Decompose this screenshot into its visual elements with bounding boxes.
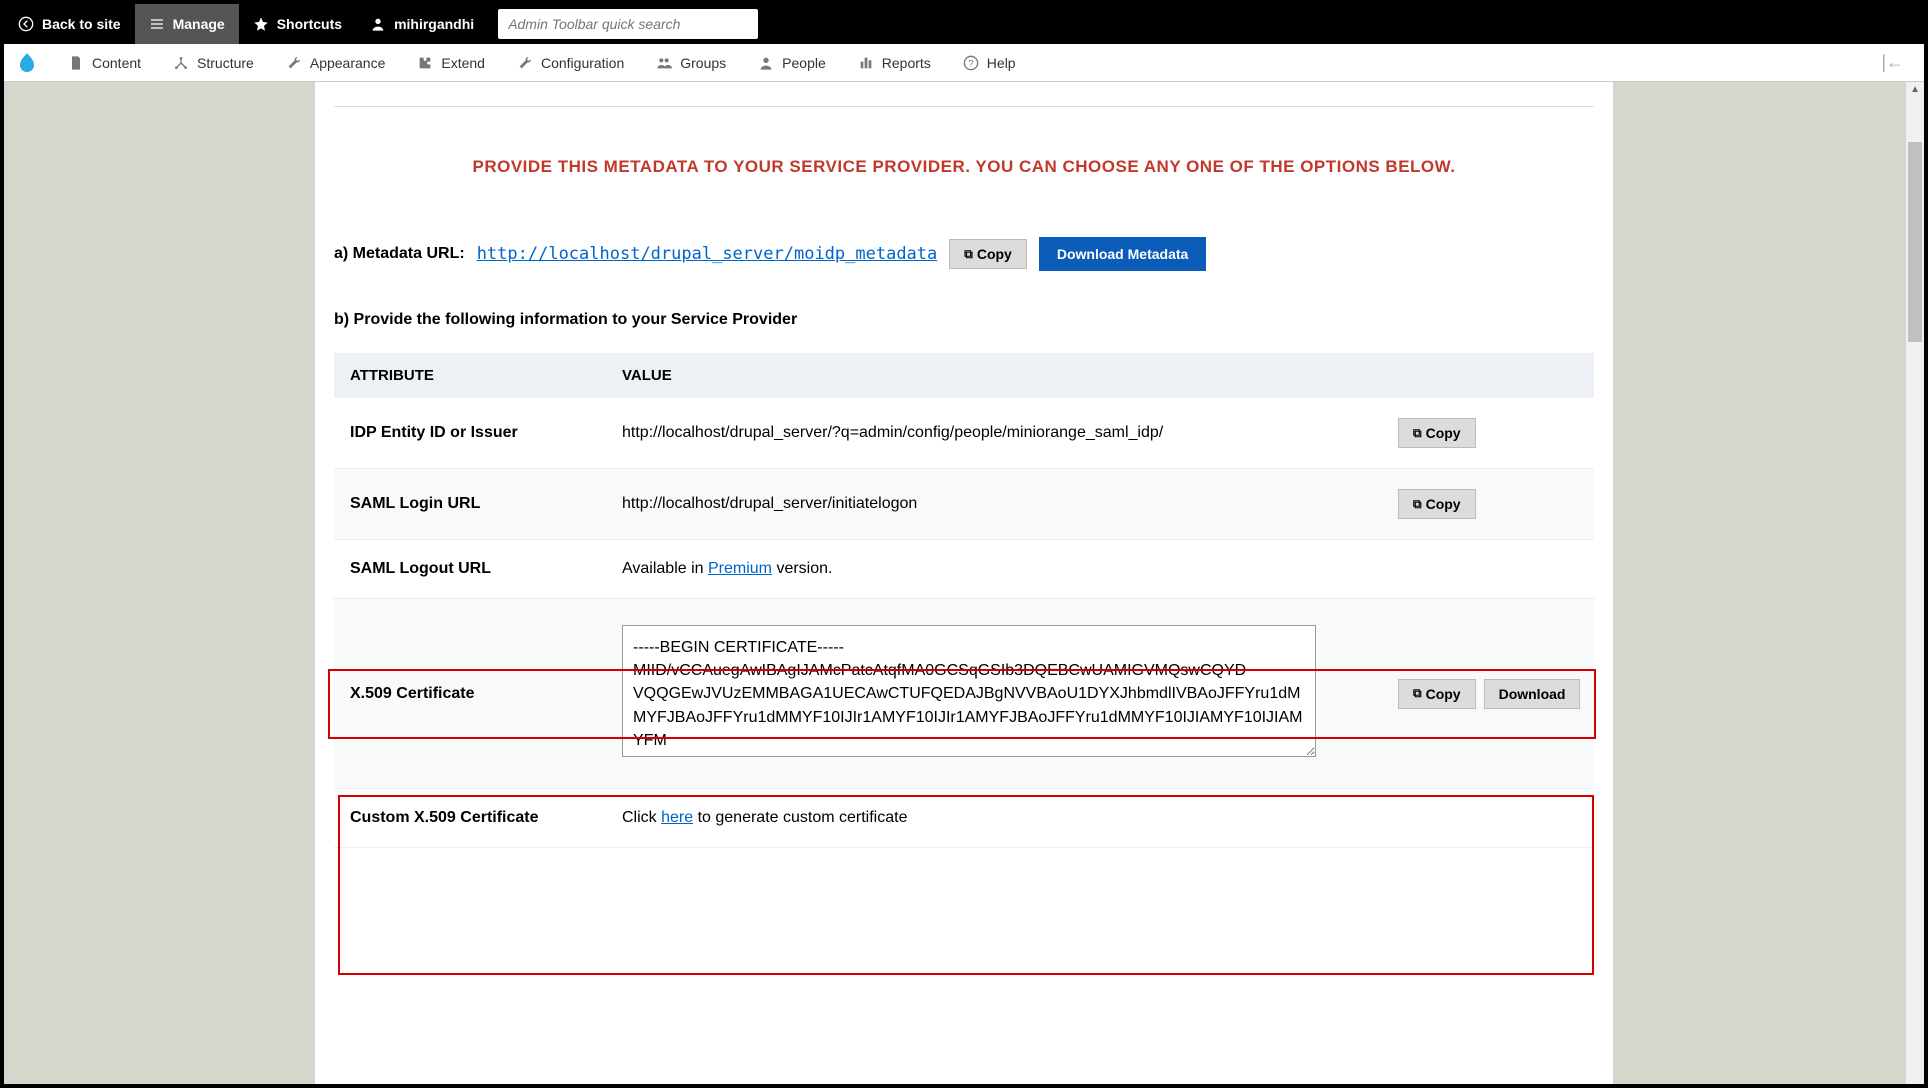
wrench2-icon bbox=[517, 55, 533, 71]
x509-cert-value-wrap bbox=[622, 625, 1398, 762]
admin-content-link[interactable]: Content bbox=[52, 44, 157, 82]
idp-entity-label: IDP Entity ID or Issuer bbox=[350, 424, 622, 442]
admin-structure-label: Structure bbox=[197, 55, 254, 71]
custom-cert-label: Custom X.509 Certificate bbox=[350, 809, 622, 827]
wrench-icon bbox=[286, 55, 302, 71]
page-container: PROVIDE THIS METADATA TO YOUR SERVICE PR… bbox=[315, 82, 1613, 1084]
logout-prefix: Available in bbox=[622, 560, 708, 577]
page-background: ▲ PROVIDE THIS METADATA TO YOUR SERVICE … bbox=[4, 82, 1924, 1084]
th-attribute: ATTRIBUTE bbox=[350, 367, 622, 384]
copy-cert-label: Copy bbox=[1426, 686, 1461, 702]
sp-info-table: ATTRIBUTE VALUE IDP Entity ID or Issuer … bbox=[334, 353, 1594, 848]
row-saml-login: SAML Login URL http://localhost/drupal_s… bbox=[334, 469, 1594, 540]
bar-chart-icon bbox=[858, 55, 874, 71]
scrollbar-thumb[interactable] bbox=[1908, 142, 1922, 342]
saml-logout-label: SAML Logout URL bbox=[350, 560, 622, 578]
admin-people-link[interactable]: People bbox=[742, 44, 842, 82]
star-icon bbox=[253, 16, 269, 32]
copy-icon: ⧉ bbox=[1413, 426, 1422, 441]
saml-login-label: SAML Login URL bbox=[350, 495, 622, 513]
copy-saml-login-button[interactable]: ⧉ Copy bbox=[1398, 489, 1476, 519]
groups-icon bbox=[656, 55, 672, 71]
file-icon bbox=[68, 55, 84, 71]
admin-appearance-link[interactable]: Appearance bbox=[270, 44, 402, 82]
back-to-site-link[interactable]: Back to site bbox=[4, 4, 135, 44]
sp-info-title: b) Provide the following information to … bbox=[334, 311, 1594, 329]
premium-link[interactable]: Premium bbox=[708, 560, 772, 577]
admin-configuration-label: Configuration bbox=[541, 55, 624, 71]
saml-login-value: http://localhost/drupal_server/initiatel… bbox=[622, 495, 1398, 513]
admin-secondary-bar: Content Structure Appearance Extend Conf… bbox=[4, 44, 1924, 82]
x509-cert-label: X.509 Certificate bbox=[350, 685, 622, 703]
toolbar-search-wrap bbox=[498, 9, 758, 39]
toolbar-search-input[interactable] bbox=[498, 9, 758, 39]
top-toolbar: Back to site Manage Shortcuts mihirgandh… bbox=[4, 4, 1924, 44]
puzzle-icon bbox=[417, 55, 433, 71]
metadata-url-row: a) Metadata URL: http://localhost/drupal… bbox=[334, 237, 1594, 271]
custom-suffix: to generate custom certificate bbox=[693, 809, 907, 826]
x509-cert-textarea[interactable] bbox=[622, 625, 1316, 757]
admin-groups-label: Groups bbox=[680, 55, 726, 71]
custom-prefix: Click bbox=[622, 809, 661, 826]
back-to-site-label: Back to site bbox=[42, 16, 121, 32]
idp-entity-value: http://localhost/drupal_server/?q=admin/… bbox=[622, 424, 1398, 442]
scrollbar[interactable]: ▲ bbox=[1906, 82, 1924, 1084]
row-x509-cert: X.509 Certificate ⧉ Copy Download bbox=[334, 599, 1594, 789]
metadata-content: a) Metadata URL: http://localhost/drupal… bbox=[334, 237, 1594, 848]
download-cert-button[interactable]: Download bbox=[1484, 679, 1581, 709]
admin-content-label: Content bbox=[92, 55, 141, 71]
download-metadata-button[interactable]: Download Metadata bbox=[1039, 237, 1206, 271]
row-saml-logout: SAML Logout URL Available in Premium ver… bbox=[334, 540, 1594, 599]
saml-logout-value: Available in Premium version. bbox=[622, 560, 1398, 578]
logout-suffix: version. bbox=[772, 560, 832, 577]
svg-text:?: ? bbox=[968, 58, 973, 68]
admin-help-link[interactable]: ? Help bbox=[947, 44, 1032, 82]
divider bbox=[334, 106, 1594, 107]
th-value: VALUE bbox=[622, 367, 1578, 384]
admin-extend-link[interactable]: Extend bbox=[401, 44, 501, 82]
admin-reports-label: Reports bbox=[882, 55, 931, 71]
manage-label: Manage bbox=[173, 16, 225, 32]
copy-metadata-url-button[interactable]: ⧉ Copy bbox=[949, 239, 1027, 269]
admin-configuration-link[interactable]: Configuration bbox=[501, 44, 640, 82]
drupal-logo-icon[interactable] bbox=[12, 48, 42, 78]
copy-cert-button[interactable]: ⧉ Copy bbox=[1398, 679, 1476, 709]
row-idp-entity: IDP Entity ID or Issuer http://localhost… bbox=[334, 398, 1594, 469]
metadata-url-label: a) Metadata URL: bbox=[334, 245, 465, 263]
user-icon bbox=[370, 16, 386, 32]
admin-groups-link[interactable]: Groups bbox=[640, 44, 742, 82]
copy-icon: ⧉ bbox=[1413, 497, 1422, 512]
copy-idp-entity-button[interactable]: ⧉ Copy bbox=[1398, 418, 1476, 448]
copy-icon: ⧉ bbox=[964, 247, 973, 262]
back-arrow-icon bbox=[18, 16, 34, 32]
user-label: mihirgandhi bbox=[394, 16, 474, 32]
metadata-instruction: PROVIDE THIS METADATA TO YOUR SERVICE PR… bbox=[315, 157, 1613, 177]
shortcuts-link[interactable]: Shortcuts bbox=[239, 4, 356, 44]
admin-help-label: Help bbox=[987, 55, 1016, 71]
admin-appearance-label: Appearance bbox=[310, 55, 386, 71]
copy-icon: ⧉ bbox=[1413, 686, 1422, 701]
structure-icon bbox=[173, 55, 189, 71]
user-link[interactable]: mihirgandhi bbox=[356, 4, 488, 44]
copy-login-label: Copy bbox=[1426, 496, 1461, 512]
generate-cert-link[interactable]: here bbox=[661, 809, 693, 826]
copy-metadata-url-label: Copy bbox=[977, 246, 1012, 262]
custom-cert-value: Click here to generate custom certificat… bbox=[622, 809, 1398, 827]
table-header: ATTRIBUTE VALUE bbox=[334, 353, 1594, 398]
help-icon: ? bbox=[963, 55, 979, 71]
metadata-url-link[interactable]: http://localhost/drupal_server/moidp_met… bbox=[477, 244, 938, 264]
copy-idp-label: Copy bbox=[1426, 425, 1461, 441]
admin-extend-label: Extend bbox=[441, 55, 485, 71]
manage-link[interactable]: Manage bbox=[135, 4, 239, 44]
people-icon bbox=[758, 55, 774, 71]
admin-people-label: People bbox=[782, 55, 826, 71]
shortcuts-label: Shortcuts bbox=[277, 16, 342, 32]
scrollbar-up-icon[interactable]: ▲ bbox=[1910, 84, 1920, 95]
admin-structure-link[interactable]: Structure bbox=[157, 44, 270, 82]
admin-reports-link[interactable]: Reports bbox=[842, 44, 947, 82]
hamburger-icon bbox=[149, 16, 165, 32]
row-custom-cert: Custom X.509 Certificate Click here to g… bbox=[334, 789, 1594, 848]
collapse-toolbar-icon[interactable]: |← bbox=[1881, 52, 1924, 73]
